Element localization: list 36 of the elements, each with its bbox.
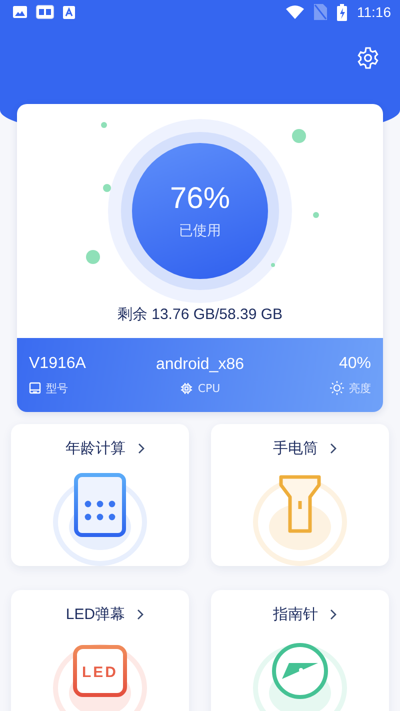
clock-time: 11:16 — [357, 4, 391, 20]
tool-title: 手电筒 — [273, 439, 318, 458]
usage-caption: 已使用 — [179, 222, 221, 240]
info-label: 亮度 — [349, 380, 371, 396]
wifi-icon — [286, 5, 304, 19]
info-label: 型号 — [46, 380, 68, 396]
tool-card[interactable]: 手电筒 — [211, 424, 389, 566]
device-icon — [29, 382, 41, 394]
tool-card[interactable]: 年龄计算 — [11, 424, 189, 566]
calculator-icon — [74, 473, 126, 537]
no-sim-icon — [314, 4, 327, 20]
sun-icon — [330, 381, 344, 395]
led-sign-icon: LED — [73, 645, 127, 697]
info-label: CPU — [198, 382, 220, 394]
chevron-right-icon — [137, 609, 144, 620]
remaining-storage: 剩余 13.76 GB/58.39 GB — [116, 305, 284, 324]
flashlight-icon — [277, 475, 323, 535]
tool-card[interactable]: LED弹幕 LED — [11, 590, 189, 711]
info-value: 40% — [338, 354, 371, 372]
info-value: V1916A — [29, 354, 87, 372]
chevron-right-icon — [138, 443, 144, 454]
chevron-right-icon — [330, 443, 337, 454]
compass-icon — [271, 642, 329, 700]
image-icon — [13, 6, 27, 18]
battery-charging-icon — [337, 4, 347, 20]
tool-card[interactable]: 指南针 — [211, 590, 389, 711]
info-value: android_x86 — [156, 356, 244, 374]
keyboard-app-icon — [63, 6, 75, 18]
tool-title: LED弹幕 — [66, 605, 126, 624]
chevron-right-icon — [330, 609, 337, 620]
settings-icon[interactable] — [356, 46, 380, 70]
tool-title: 年龄计算 — [66, 439, 126, 458]
usage-percent: 76% — [170, 182, 230, 216]
news-app-icon — [36, 5, 54, 19]
tool-title: 指南针 — [273, 605, 318, 624]
chip-icon — [180, 382, 193, 394]
